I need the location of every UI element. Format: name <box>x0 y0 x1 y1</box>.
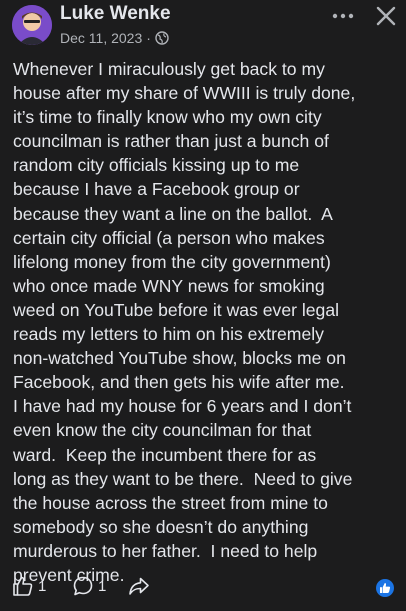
close-icon <box>376 6 396 26</box>
post-body-line: the house across the street from mine to <box>13 492 328 513</box>
post-body-line: councilman is rather than just a bunch o… <box>13 131 329 152</box>
post-body-line: somebody so she doesn’t do anything <box>13 516 309 537</box>
post-actions: 1 1 <box>0 570 406 604</box>
author-name[interactable]: Luke Wenke <box>60 3 171 25</box>
post-body-line: long as they want to be there. Need to g… <box>13 468 353 489</box>
post-header: Luke Wenke Dec 11, 2023 · <box>0 0 406 52</box>
thumbs-up-icon <box>380 583 391 593</box>
post-body-line: because they want a line on the ballot. … <box>13 203 333 224</box>
comment-bubble-icon <box>73 576 93 596</box>
post-body-line: who once made WNY news for smoking <box>13 275 325 296</box>
post-body-line: because I have a Facebook group or <box>13 179 300 200</box>
post-body-line: lifelong money from the city government) <box>13 251 331 272</box>
comment-button[interactable]: 1 <box>72 575 106 597</box>
like-count: 1 <box>38 577 47 595</box>
globe-icon <box>155 31 169 45</box>
facebook-post: Luke Wenke Dec 11, 2023 · Whenever I mir… <box>0 0 406 611</box>
post-body-line: non-watched YouTube show, blocks me on <box>13 348 346 369</box>
like-button[interactable]: 1 <box>12 575 46 597</box>
post-body-line: random city officials kissing up to me <box>13 155 300 176</box>
more-options-button[interactable] <box>330 6 356 26</box>
post-body-line: Facebook, and then gets his wife after m… <box>13 372 345 393</box>
post-date[interactable]: Dec 11, 2023 <box>60 30 142 46</box>
post-body-line: certain city official (a person who make… <box>13 227 325 248</box>
post-body-line: house after my share of WWIII is truly d… <box>13 83 356 104</box>
like-reaction-icon[interactable] <box>376 579 394 597</box>
share-button[interactable] <box>128 576 150 601</box>
meta-separator: · <box>146 30 151 46</box>
post-body-line: even know the city councilman for that <box>13 420 312 441</box>
post-body-line: weed on YouTube before it was ever legal <box>13 299 340 320</box>
close-button[interactable] <box>373 3 399 29</box>
post-body-line: reads my letters to him on his extremely <box>13 324 324 345</box>
post-body-line: murderous to her father. I need to help <box>13 540 318 561</box>
avatar[interactable] <box>12 5 52 45</box>
post-body-line: I have had my house for 6 years and I do… <box>13 396 352 417</box>
thumbs-up-icon <box>13 576 33 596</box>
comment-count: 1 <box>98 577 107 595</box>
post-body: Whenever I miraculously get back to my h… <box>13 57 397 587</box>
share-arrow-icon <box>129 577 149 595</box>
more-dots-icon <box>332 13 354 19</box>
post-body-line: it’s time to finally know who my own cit… <box>13 107 322 128</box>
post-meta: Dec 11, 2023 · <box>60 30 169 46</box>
post-body-line: ward. Keep the incumbent there for as <box>13 444 317 465</box>
post-body-line: Whenever I miraculously get back to my <box>13 59 325 79</box>
